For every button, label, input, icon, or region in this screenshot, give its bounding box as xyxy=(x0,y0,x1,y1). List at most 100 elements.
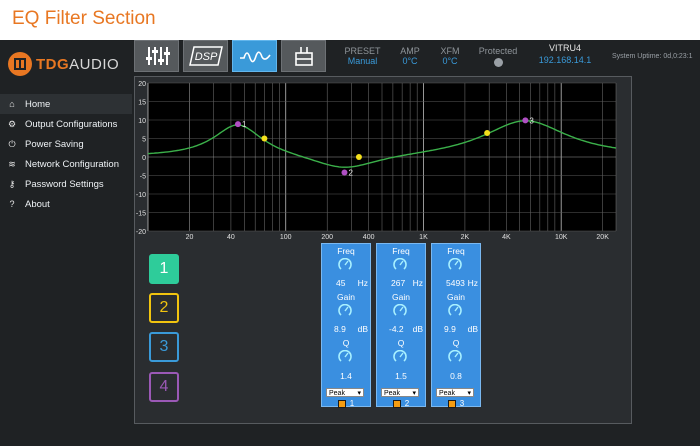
x-tick-label: 2K xyxy=(461,234,470,241)
gain-knob-icon[interactable] xyxy=(448,304,462,318)
amp-status: AMP 0°C xyxy=(400,46,420,66)
y-tick-label: 0 xyxy=(142,155,146,162)
connector-icon xyxy=(294,47,313,66)
y-tick-label: 5 xyxy=(142,137,146,144)
svg-text:DSP: DSP xyxy=(194,51,217,63)
q-label: Q xyxy=(342,338,350,348)
q-knob-icon[interactable] xyxy=(448,350,462,364)
app-window: TDGAUDIO ⌂ Home ⚙ Output Configurations ⏻ P… xyxy=(0,40,700,446)
freq-knob-icon[interactable] xyxy=(338,258,352,272)
dsp-button[interactable]: DSP xyxy=(183,40,228,72)
gain-label: Gain xyxy=(447,292,465,302)
y-tick-label: 10 xyxy=(138,118,146,125)
nav-item-network-configuration[interactable]: ≋ Network Configuration xyxy=(0,154,132,174)
dsp-icon: DSP xyxy=(188,46,223,66)
y-tick-label: -15 xyxy=(136,211,146,218)
wifi-icon: ≋ xyxy=(8,158,16,169)
x-tick-label: 20 xyxy=(186,234,194,241)
system-uptime: System Uptime: 0d,0:23:1 xyxy=(612,53,693,60)
q-knob-icon[interactable] xyxy=(393,350,407,364)
freq-knob-icon[interactable] xyxy=(448,258,462,272)
q-handle[interactable] xyxy=(261,135,268,142)
filter-type-select[interactable]: Peak ▾ xyxy=(326,388,364,397)
brand-logo: TDGAUDIO xyxy=(8,52,119,76)
logo-text: TDGAUDIO xyxy=(36,55,120,73)
protected-indicator-icon xyxy=(493,58,503,67)
freq-knob-icon[interactable] xyxy=(393,258,407,272)
y-tick-label: 15 xyxy=(138,100,146,107)
chevron-down-icon: ▾ xyxy=(467,390,471,397)
preset-status: PRESET Manual xyxy=(344,46,381,66)
device-info: VITRU4 192.168.14.1 xyxy=(538,43,592,65)
filter-type-select[interactable]: Peak ▾ xyxy=(381,388,419,397)
band-point-label: 2 xyxy=(348,169,353,178)
sidebar: ⌂ Home ⚙ Output Configurations ⏻ Power Savi… xyxy=(0,94,132,214)
io-button[interactable] xyxy=(281,40,326,72)
x-tick-label: 100 xyxy=(280,234,292,241)
q-label: Q xyxy=(452,338,460,348)
y-tick-label: 20 xyxy=(138,81,146,88)
band-point[interactable] xyxy=(341,169,348,176)
x-tick-label: 200 xyxy=(321,234,333,241)
band-enable-row: 2 xyxy=(377,399,425,408)
band-point[interactable] xyxy=(234,121,241,128)
gain-knob-icon[interactable] xyxy=(393,304,407,318)
q-handle[interactable] xyxy=(355,154,362,160)
logo-mark-icon xyxy=(8,52,32,76)
x-tick-label: 4K xyxy=(502,234,511,241)
x-tick-label: 20K xyxy=(596,234,609,241)
band-point[interactable] xyxy=(522,117,529,124)
nav-item-output-configurations[interactable]: ⚙ Output Configurations xyxy=(0,114,132,134)
band-card-3: Freq 5493 Hz Gain 9.9 dB Q 0.8 Peak ▾ 3 xyxy=(431,243,481,408)
y-tick-label: -10 xyxy=(136,192,146,199)
key-icon: ⚷ xyxy=(8,178,16,189)
band-button-3[interactable]: 3 xyxy=(149,332,179,362)
gain-knob-icon[interactable] xyxy=(338,304,352,318)
eq-button[interactable] xyxy=(232,40,277,72)
nav-item-power-saving[interactable]: ⏻ Power Saving xyxy=(0,134,132,154)
y-tick-label: -20 xyxy=(136,229,146,236)
gain-label: Gain xyxy=(392,292,410,302)
nav-item-password-settings[interactable]: ⚷ Password Settings xyxy=(0,174,132,194)
q-knob-icon[interactable] xyxy=(338,350,352,364)
band-point-label: 3 xyxy=(529,116,534,125)
nav-item-home[interactable]: ⌂ Home xyxy=(0,94,132,114)
gain-label: Gain xyxy=(337,292,355,302)
freq-label: Freq xyxy=(447,246,465,256)
q-value[interactable]: 1.5 xyxy=(377,371,425,381)
question-icon: ? xyxy=(9,199,15,209)
q-label: Q xyxy=(397,338,405,348)
sliders-icon xyxy=(145,47,170,65)
wave-icon xyxy=(239,51,271,63)
band-button-1[interactable]: 1 xyxy=(149,254,179,284)
x-tick-label: 1K xyxy=(419,234,428,241)
q-handle[interactable] xyxy=(484,129,491,136)
band-number: 3 xyxy=(459,399,465,408)
band-button-2[interactable]: 2 xyxy=(149,293,179,323)
band-number: 1 xyxy=(349,399,355,408)
band-card-1: Freq 45 Hz Gain 8.9 dB Q 1.4 Peak ▾ 1 xyxy=(321,243,371,408)
filter-type-select[interactable]: Peak ▾ xyxy=(436,388,474,397)
nav-item-about[interactable]: ? About xyxy=(0,194,132,214)
q-value[interactable]: 1.4 xyxy=(322,371,370,381)
band-enable-checkbox[interactable] xyxy=(392,399,401,408)
band-point-label: 1 xyxy=(242,120,247,129)
chevron-down-icon: ▾ xyxy=(357,390,361,397)
gear-icon: ⚙ xyxy=(7,118,17,129)
band-enable-checkbox[interactable] xyxy=(447,399,456,408)
band-enable-checkbox[interactable] xyxy=(337,399,346,408)
power-icon: ⏻ xyxy=(8,138,16,149)
band-button-4[interactable]: 4 xyxy=(149,372,179,402)
mixer-button[interactable] xyxy=(134,40,179,72)
freq-label: Freq xyxy=(337,246,355,256)
band-number: 2 xyxy=(404,399,410,408)
eq-response-graph[interactable]: 20 15 10 5 0 -5 -10 -15 -20 20 40 100 200 400 1K 2K 4K 10… xyxy=(132,81,620,241)
xfm-status: XFM 0°C xyxy=(440,46,460,66)
x-tick-label: 400 xyxy=(363,234,375,241)
band-enable-row: 1 xyxy=(322,399,370,408)
q-value[interactable]: 0.8 xyxy=(432,371,480,381)
home-icon: ⌂ xyxy=(9,99,15,109)
y-tick-label: -5 xyxy=(140,174,146,181)
x-tick-label: 40 xyxy=(227,234,235,241)
page-title: EQ Filter Section xyxy=(12,8,156,29)
